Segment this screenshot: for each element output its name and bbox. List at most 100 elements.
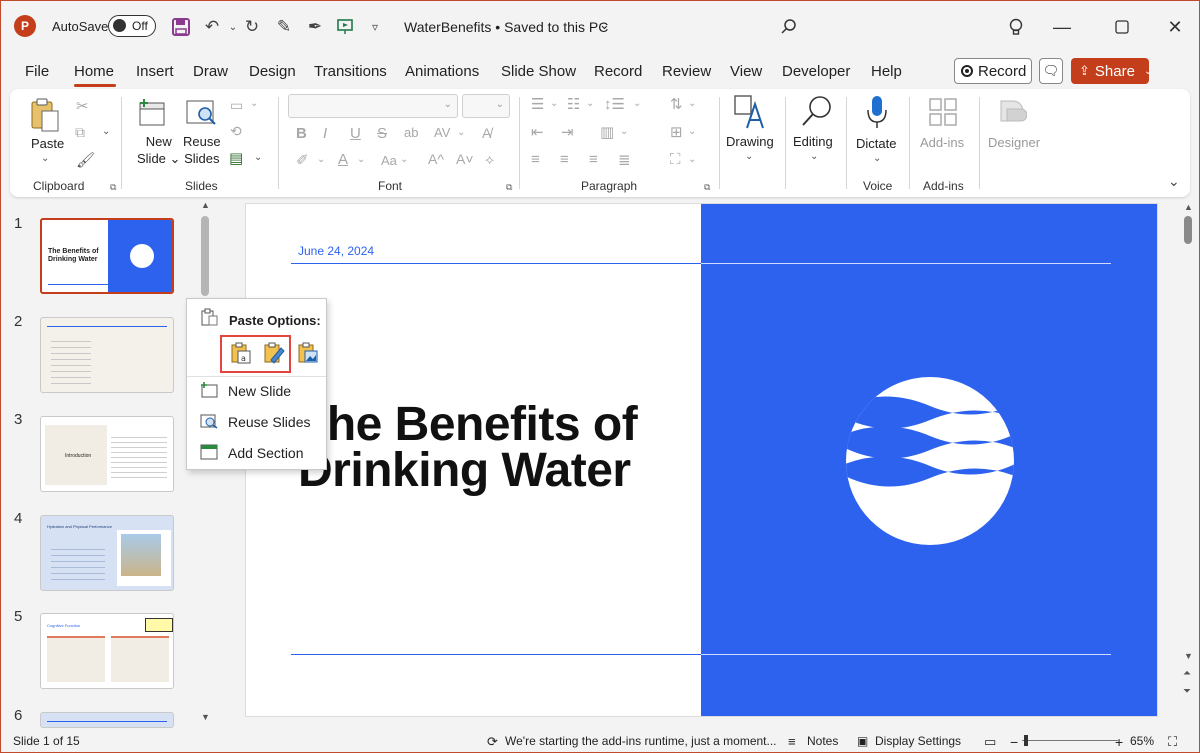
- tab-transitions[interactable]: Transitions: [314, 63, 387, 80]
- format-painter-ribbon-icon[interactable]: 🖌: [76, 151, 95, 169]
- clipboard-dialog-icon[interactable]: ⧉: [110, 182, 116, 193]
- zoom-slider-thumb[interactable]: [1024, 735, 1028, 746]
- lightbulb-icon[interactable]: [1001, 14, 1031, 40]
- slide-thumbnail-2[interactable]: [40, 317, 174, 393]
- use-destination-theme-icon[interactable]: a: [230, 342, 252, 364]
- save-icon[interactable]: [168, 14, 194, 40]
- tab-insert[interactable]: Insert: [136, 63, 174, 80]
- maximize-icon[interactable]: [1107, 14, 1137, 40]
- editing-dropdown-icon[interactable]: ⌄: [810, 151, 818, 162]
- slides-group-label: Slides: [185, 179, 218, 193]
- comment-icon: 🗨: [1042, 63, 1060, 78]
- new-slide-icon[interactable]: [138, 97, 166, 127]
- paste-dropdown-icon[interactable]: ⌄: [41, 153, 49, 164]
- thumb-scroll-down-icon[interactable]: ▼: [201, 712, 210, 722]
- add-ins-status: We're starting the add-ins runtime, just…: [505, 734, 777, 748]
- slide-thumbnail-6[interactable]: [40, 712, 174, 728]
- search-icon[interactable]: [776, 14, 802, 40]
- zoom-out-icon[interactable]: −: [1010, 734, 1018, 750]
- share-button[interactable]: ⇪ Share ⌄: [1071, 58, 1152, 84]
- slide-scrollbar[interactable]: [1184, 216, 1192, 244]
- tab-animations[interactable]: Animations: [405, 63, 479, 80]
- drawing-dropdown-icon[interactable]: ⌄: [745, 151, 753, 162]
- zoom-slider-track[interactable]: [1022, 740, 1118, 741]
- record-button[interactable]: Record: [954, 58, 1032, 84]
- pen-icon[interactable]: ✒: [302, 14, 328, 40]
- new-slide-label[interactable]: New Slide ⌄: [137, 133, 180, 167]
- menu-add-section[interactable]: Add Section: [228, 445, 304, 461]
- designer-label: Designer: [988, 135, 1041, 150]
- font-name-combo[interactable]: ⌄: [288, 94, 458, 118]
- thumb-scroll-up-icon[interactable]: ▲: [201, 200, 210, 210]
- microphone-icon[interactable]: [866, 94, 888, 130]
- paste-icon[interactable]: [30, 97, 60, 133]
- menu-reuse-slides[interactable]: Reuse Slides: [228, 414, 311, 430]
- present-icon[interactable]: [332, 14, 358, 40]
- columns-icon: ▥: [600, 124, 615, 141]
- tab-view[interactable]: View: [730, 63, 762, 80]
- zoom-in-icon[interactable]: +: [1115, 734, 1123, 750]
- autosave-toggle[interactable]: Off: [108, 15, 156, 37]
- tab-slide-show[interactable]: Slide Show: [501, 63, 576, 80]
- document-title[interactable]: WaterBenefits • Saved to this PC: [404, 19, 608, 35]
- minimize-icon[interactable]: —: [1047, 14, 1077, 40]
- tab-review[interactable]: Review: [662, 63, 711, 80]
- menu-new-slide[interactable]: New Slide: [228, 383, 291, 399]
- close-icon[interactable]: ✕: [1160, 14, 1190, 40]
- font-size-combo[interactable]: ⌄: [462, 94, 510, 118]
- notes-button[interactable]: Notes: [807, 734, 838, 748]
- slide-counter[interactable]: Slide 1 of 15: [13, 734, 80, 748]
- keep-source-formatting-icon[interactable]: [263, 342, 285, 364]
- reuse-slides-label[interactable]: Reuse Slides: [183, 133, 221, 167]
- dictate-dropdown-icon[interactable]: ⌄: [873, 153, 881, 164]
- section-icon[interactable]: ▤: [229, 149, 243, 167]
- section-dropdown-icon[interactable]: ⌄: [254, 152, 262, 163]
- previous-slide-icon[interactable]: ⏶: [1183, 668, 1191, 679]
- paste-picture-icon[interactable]: [297, 342, 319, 364]
- slide-thumbnail-1[interactable]: The Benefits of Drinking Water: [40, 218, 174, 294]
- fit-to-window-icon[interactable]: ⛶: [1168, 734, 1177, 750]
- zoom-level[interactable]: 65%: [1130, 734, 1154, 748]
- slide-scroll-down-icon[interactable]: ▼: [1184, 651, 1193, 661]
- slide-thumbnail-3[interactable]: Introduction: [40, 416, 174, 492]
- comments-button[interactable]: 🗨: [1039, 58, 1063, 84]
- chevron-down-icon[interactable]: ⌄: [599, 17, 610, 33]
- slide-thumbnail-5[interactable]: Cognitive Function: [40, 613, 174, 689]
- paragraph-dialog-icon[interactable]: ⧉: [704, 182, 710, 193]
- editing-label[interactable]: Editing: [793, 133, 833, 150]
- thumb-title: The Benefits of Drinking Water: [48, 248, 99, 263]
- customize-toolbar-icon[interactable]: ▿: [362, 14, 388, 40]
- thumb-scrollbar[interactable]: [201, 216, 209, 296]
- tab-home[interactable]: Home: [74, 63, 114, 80]
- format-painter-icon[interactable]: ✎: [271, 14, 297, 40]
- collapse-ribbon-icon[interactable]: ⌄: [1168, 173, 1180, 190]
- align-left-icon: ≡: [531, 151, 540, 168]
- font-dialog-icon[interactable]: ⧉: [506, 182, 512, 193]
- tab-file[interactable]: File: [25, 63, 49, 80]
- copy-dropdown-icon[interactable]: ⌄: [102, 126, 110, 137]
- slide-canvas[interactable]: June 24, 2024 The Benefits of Drinking W…: [246, 204, 1157, 716]
- slide-thumbnail-4[interactable]: Hydration and Physical Performance: [40, 515, 174, 591]
- tab-help[interactable]: Help: [871, 63, 902, 80]
- record-icon: [961, 65, 973, 77]
- display-settings-button[interactable]: Display Settings: [875, 734, 961, 748]
- redo-icon[interactable]: ↻: [239, 14, 265, 40]
- slide-date[interactable]: June 24, 2024: [298, 244, 374, 258]
- clipboard-group-label: Clipboard: [33, 179, 85, 193]
- paste-label[interactable]: Paste: [31, 135, 64, 152]
- slide-scroll-up-icon[interactable]: ▲: [1184, 202, 1193, 212]
- tab-draw[interactable]: Draw: [193, 63, 228, 80]
- reuse-slides-icon[interactable]: [185, 97, 219, 127]
- dictate-label[interactable]: Dictate: [856, 135, 896, 152]
- drawing-label[interactable]: Drawing: [726, 133, 774, 150]
- normal-view-icon[interactable]: ▭: [984, 734, 996, 750]
- tab-developer[interactable]: Developer: [782, 63, 850, 80]
- drawing-icon[interactable]: [733, 94, 767, 130]
- align-right-icon: ≡: [589, 151, 598, 168]
- next-slide-icon[interactable]: ⏷: [1183, 686, 1191, 697]
- slide-title[interactable]: The Benefits of Drinking Water: [298, 401, 638, 495]
- justify-icon: ≣: [618, 152, 631, 169]
- tab-record[interactable]: Record: [594, 63, 642, 80]
- tab-design[interactable]: Design: [249, 63, 296, 80]
- editing-icon[interactable]: [800, 94, 834, 128]
